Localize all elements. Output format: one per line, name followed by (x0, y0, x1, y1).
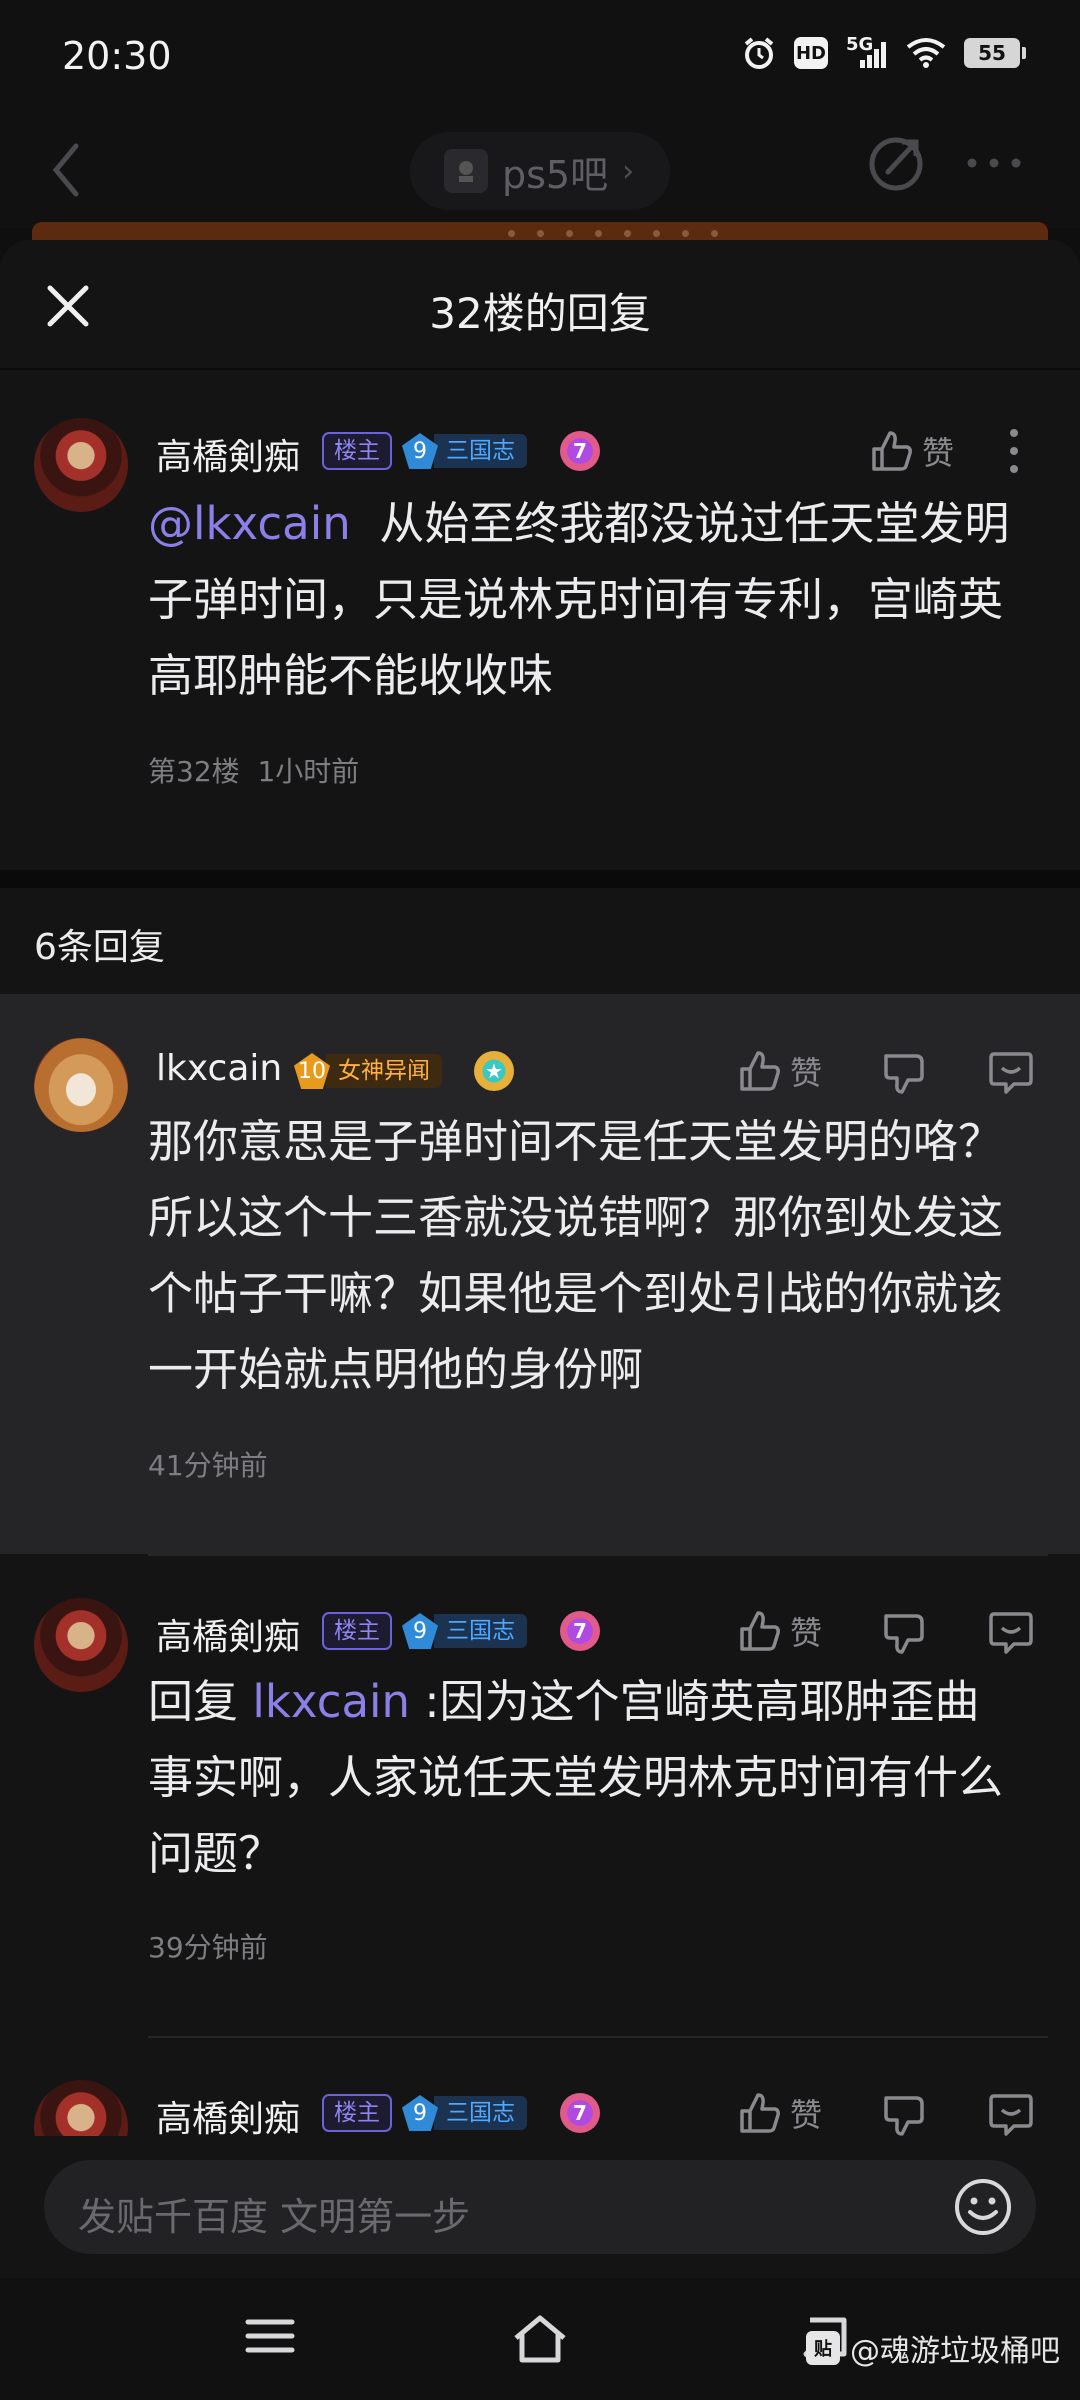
back-icon[interactable] (46, 140, 86, 200)
alarm-icon (742, 36, 776, 70)
medal-icon: ★ (474, 1051, 514, 1091)
watermark-text: @魂游垃圾桶吧 (850, 2334, 1060, 2369)
battery-icon: 55 (964, 38, 1026, 68)
owner-badge: 楼主 (322, 2094, 392, 2132)
signal-5g-icon: 5G (846, 36, 888, 70)
thumbs-up-icon (740, 1611, 780, 1651)
reply-item: lkxcain 10 女神异闻 ★ 赞 那你意思是子弹时间不是任天堂发明的咯？ 所… (0, 994, 1080, 1554)
comment-input[interactable]: 发贴千百度 文明第一步 (44, 2160, 1036, 2254)
thumbs-down-icon[interactable] (882, 1052, 926, 1096)
like-button[interactable]: 赞 (738, 2090, 822, 2136)
emoji-icon[interactable] (952, 2176, 1014, 2238)
reply-content: 那你意思是子弹时间不是任天堂发明的咯？ 所以这个十三香就没说错啊？那你到处发这 … (148, 1115, 1004, 1396)
forum-logo-icon (444, 149, 488, 193)
status-bar: 20:30 HD 5G 55 (0, 0, 1080, 118)
owner-badge: 楼主 (322, 1612, 392, 1650)
owner-badge: 楼主 (322, 432, 392, 470)
reply-time: 41分钟前 (148, 1449, 268, 1482)
banner-pager (508, 230, 718, 237)
reply-time: 39分钟前 (148, 1931, 268, 1964)
post-content: @lkxcain 从始至终我都没说过任天堂发明 子弹时间，只是说林克时间有专利，… (148, 497, 1010, 702)
sheet-header: 32楼的回复 (0, 240, 1080, 370)
medal-icon: 7 (560, 1611, 600, 1651)
thumbs-up-icon (872, 431, 912, 471)
thumbs-down-icon[interactable] (882, 2094, 926, 2138)
forum-name: ps5吧 (502, 152, 609, 197)
avatar[interactable] (34, 1038, 128, 1132)
more-options-icon[interactable] (1004, 426, 1024, 476)
replies-count-row: 6条回复 (0, 888, 1080, 994)
avatar[interactable] (34, 418, 128, 512)
input-placeholder: 发贴千百度 文明第一步 (78, 2195, 471, 2239)
forum-link[interactable]: ps5吧 › (410, 132, 670, 210)
username[interactable]: 高橋剣痴 (156, 1608, 300, 1660)
reply-item: 高橋剣痴 楼主 9 三国志 7 赞 回复 lkxcain :因为这个宫崎英高耶肿歪… (0, 1556, 1080, 2036)
chevron-right-icon: › (622, 153, 635, 189)
reply-sheet: 32楼的回复 高橋剣痴 楼主 9 三国志 7 赞 @lkxcain 从始至终我都没… (0, 240, 1080, 2400)
like-button[interactable]: 赞 (738, 1048, 822, 1094)
hd-icon: HD (794, 37, 828, 69)
more-options-icon[interactable] (964, 148, 1024, 178)
mention-link[interactable]: @lkxcain (148, 497, 351, 550)
medal-icon: 7 (560, 431, 600, 471)
section-divider (0, 870, 1080, 888)
comment-icon[interactable] (988, 1050, 1034, 1096)
top-nav-bar: ps5吧 › (0, 118, 1080, 228)
mention-link[interactable]: lkxcain (252, 1675, 410, 1728)
like-button[interactable]: 赞 (738, 1608, 822, 1654)
wifi-icon (906, 37, 946, 69)
level-badge: 9 三国志 (402, 2094, 527, 2132)
medal-icon: 7 (560, 2093, 600, 2133)
home-icon[interactable] (510, 2314, 570, 2364)
status-icons: HD 5G 55 (742, 36, 1026, 70)
status-time: 20:30 (62, 34, 172, 78)
thumbs-down-icon[interactable] (882, 1612, 926, 1656)
thumbs-up-icon (740, 1051, 780, 1091)
comment-icon[interactable] (988, 1610, 1034, 1656)
comment-icon[interactable] (988, 2092, 1034, 2138)
post-meta: 第32楼 1小时前 (148, 755, 360, 788)
level-badge: 9 三国志 (402, 432, 527, 470)
like-button[interactable]: 赞 (870, 428, 954, 474)
menu-icon[interactable] (244, 2314, 296, 2358)
replies-count: 6条回复 (34, 927, 165, 968)
reply-content: 回复 lkxcain :因为这个宫崎英高耶肿歪曲 事实啊，人家说任天堂发明林克时… (148, 1675, 1004, 1880)
level-badge: 9 三国志 (402, 1612, 527, 1650)
username[interactable]: 高橋剣痴 (156, 2090, 300, 2142)
level-badge: 10 女神异闻 (294, 1052, 442, 1090)
username[interactable]: 高橋剣痴 (156, 428, 300, 480)
thumbs-up-icon (740, 2093, 780, 2133)
tieba-logo-icon: 贴 (806, 2331, 840, 2365)
comment-input-bar: 发贴千百度 文明第一步 (0, 2136, 1080, 2278)
username[interactable]: lkxcain (156, 1048, 282, 1089)
watermark: 贴 @魂游垃圾桶吧 (806, 2326, 1060, 2370)
share-icon[interactable] (868, 132, 928, 192)
floor-post: 高橋剣痴 楼主 9 三国志 7 赞 @lkxcain 从始至终我都没说过任天堂发明… (0, 372, 1080, 870)
system-nav-bar: 贴 @魂游垃圾桶吧 (0, 2278, 1080, 2400)
avatar[interactable] (34, 1598, 128, 1692)
sheet-title: 32楼的回复 (429, 289, 651, 338)
